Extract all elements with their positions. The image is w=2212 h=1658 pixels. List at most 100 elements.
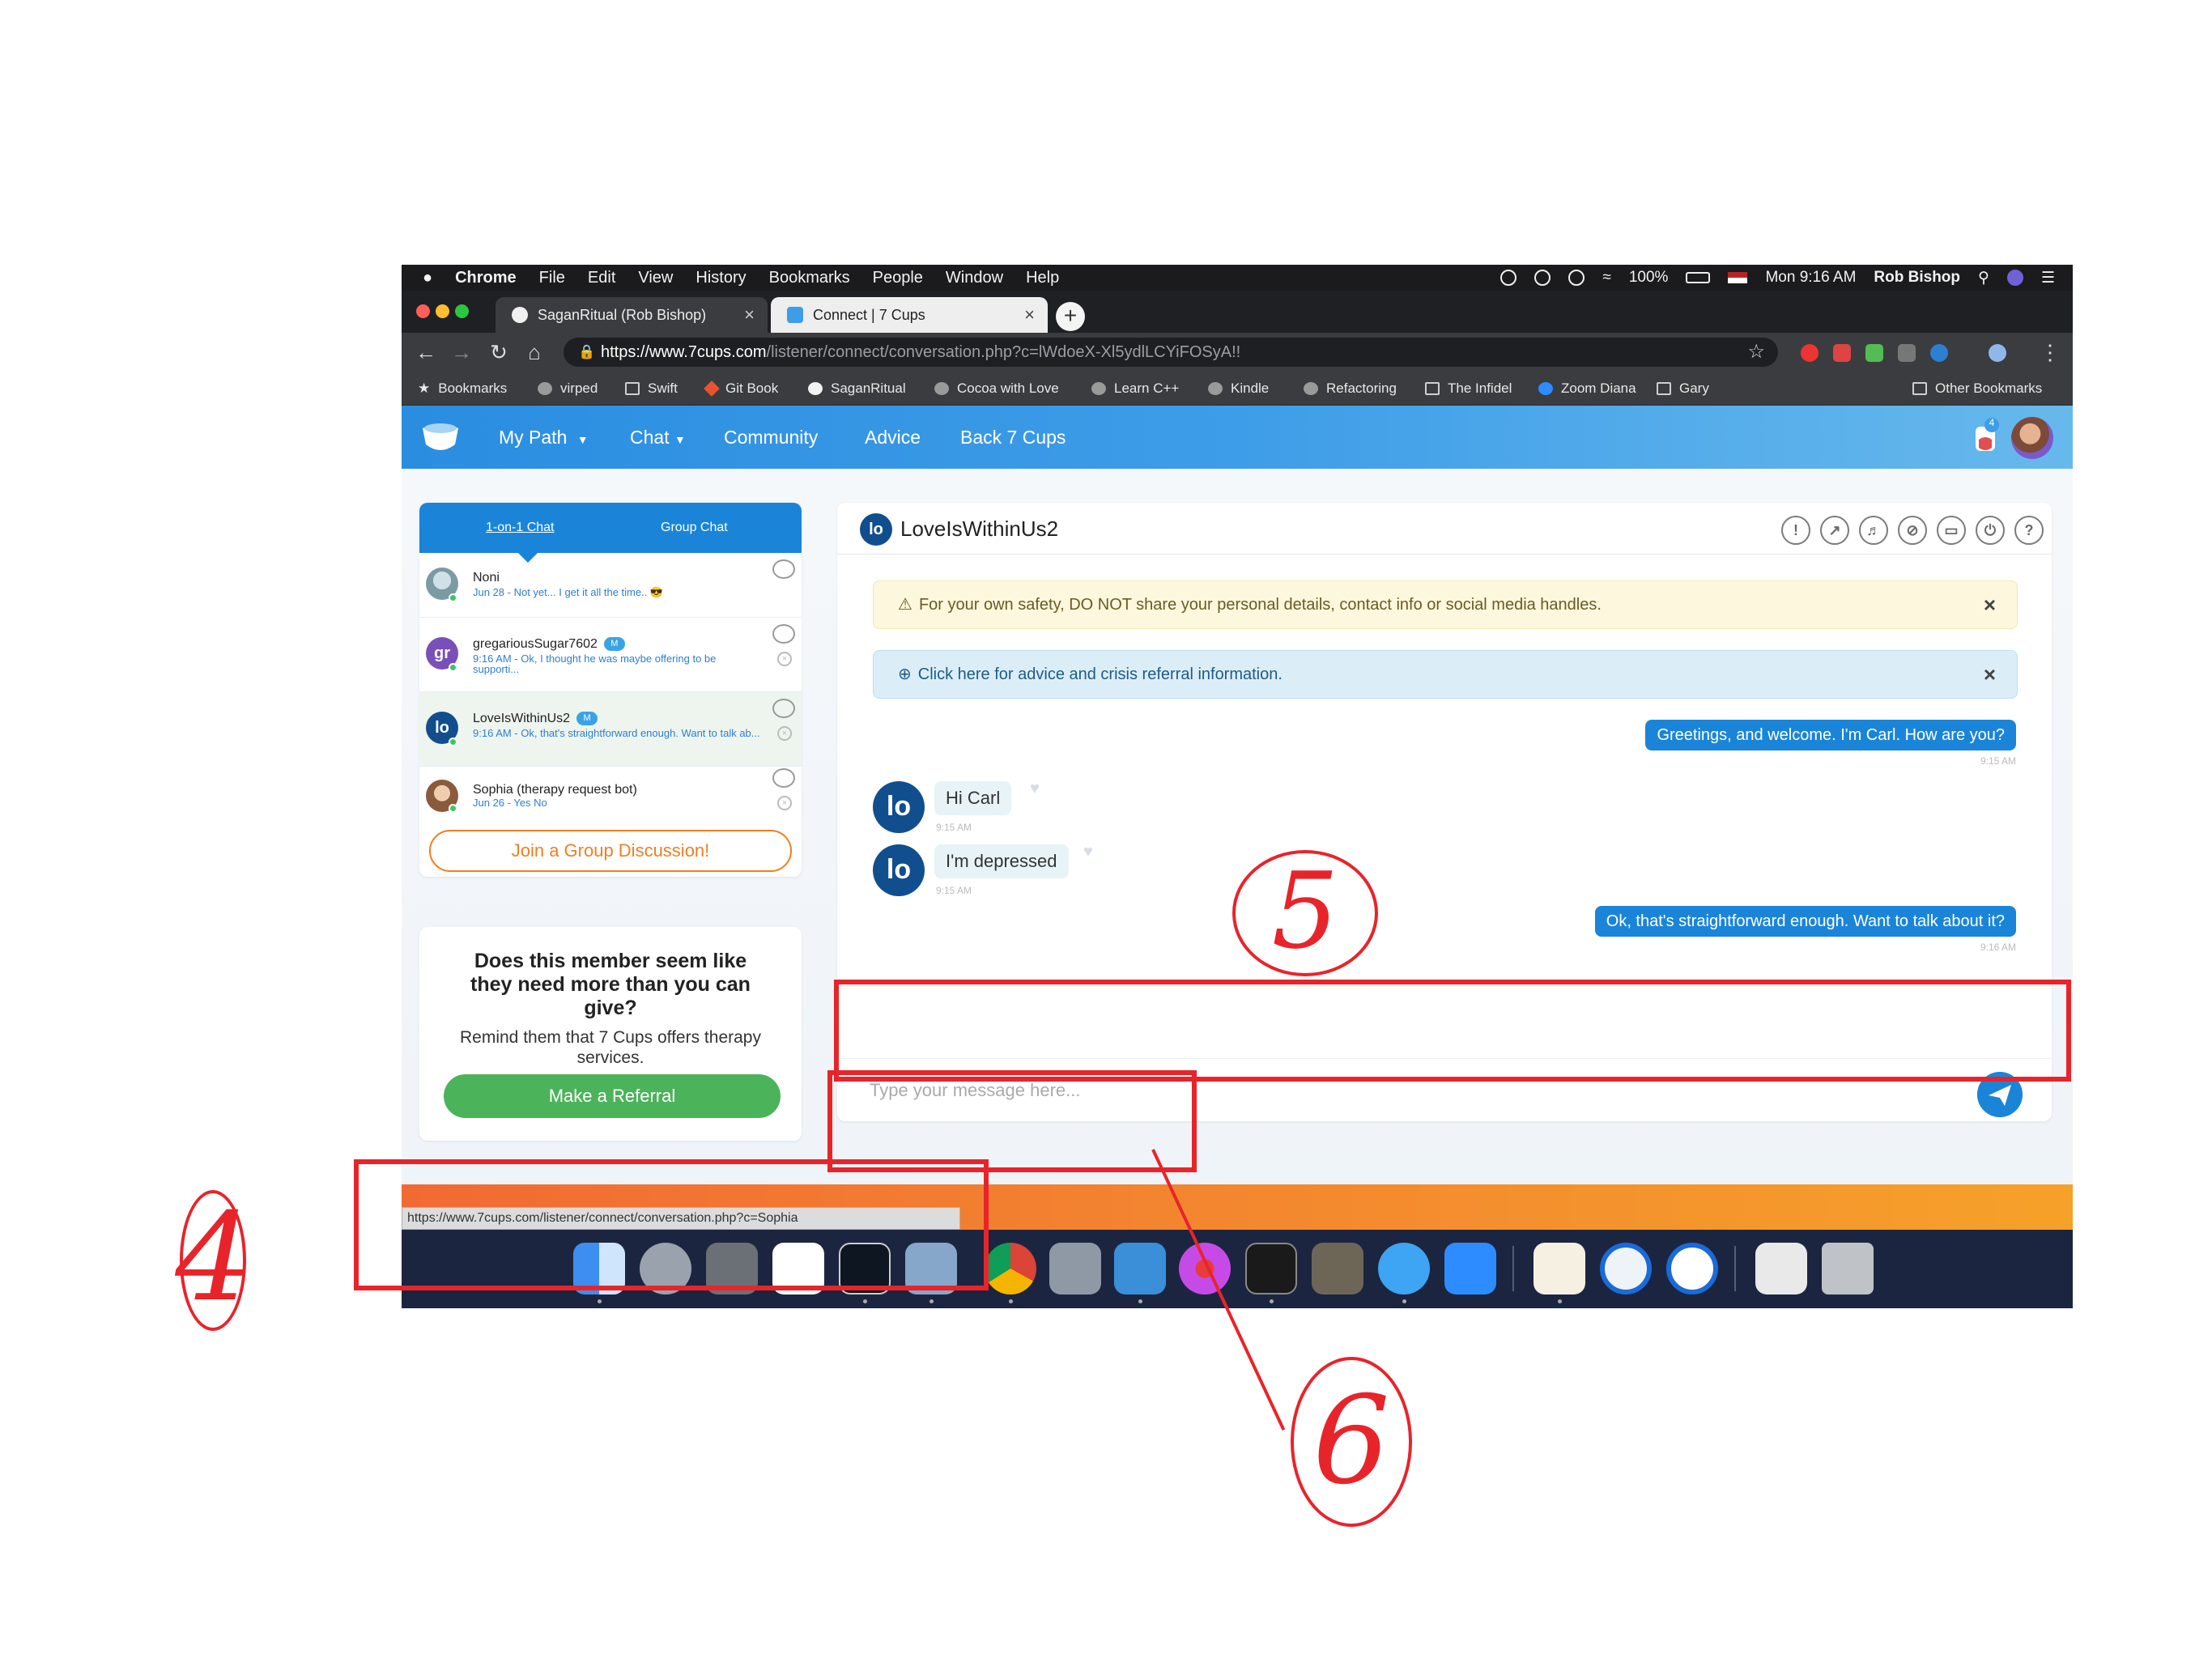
report-icon[interactable]: !	[1781, 516, 1810, 545]
expand-icon[interactable]: ↗	[1820, 516, 1849, 545]
sync-icon[interactable]	[1534, 270, 1551, 286]
flag-icon[interactable]	[1728, 272, 1748, 283]
chat-bubble-icon[interactable]	[772, 768, 795, 788]
close-conversation-icon[interactable]: ×	[777, 796, 792, 810]
siri-icon[interactable]	[2006, 270, 2023, 286]
bookmark-item-virped[interactable]: virped	[538, 372, 598, 406]
close-icon[interactable]: ×	[1984, 581, 1996, 628]
bookmark-item-saganritual[interactable]: SaganRitual	[808, 372, 906, 406]
messages-icon[interactable]	[1378, 1243, 1430, 1295]
heart-icon[interactable]: ♥	[1030, 780, 1040, 798]
menu-help[interactable]: Help	[1026, 269, 1059, 287]
heart-icon[interactable]: ♥	[1083, 843, 1093, 861]
menu-file[interactable]: File	[539, 269, 565, 287]
close-tab-icon[interactable]: ×	[744, 304, 755, 325]
adblock-extension-icon[interactable]	[1801, 344, 1819, 362]
zoom-app-icon[interactable]	[1444, 1243, 1496, 1295]
crisis-referral-alert[interactable]: ⊕ Click here for advice and crisis referr…	[873, 650, 2018, 699]
minimize-window-button[interactable]	[436, 304, 449, 318]
xcode-instruments-icon[interactable]	[1049, 1243, 1101, 1295]
bookmark-item-swift[interactable]: Swift	[625, 372, 678, 406]
tab-group-chat[interactable]: Group Chat	[661, 503, 728, 553]
new-tab-button[interactable]: +	[1056, 302, 1085, 331]
menu-window[interactable]: Window	[946, 269, 1003, 287]
nav-community[interactable]: Community	[724, 406, 818, 469]
chrome-icon[interactable]	[985, 1243, 1036, 1295]
power-icon[interactable]: ⏻	[1976, 516, 2005, 545]
menu-people[interactable]: People	[873, 269, 923, 287]
nav-advice[interactable]: Advice	[865, 406, 921, 469]
conversation-item-noni[interactable]: Noni Jun 28 - Not yet... I get it all th…	[419, 553, 802, 618]
join-group-discussion-button[interactable]: Join a Group Discussion!	[429, 830, 792, 872]
close-conversation-icon[interactable]: ×	[777, 726, 792, 741]
menu-bookmarks[interactable]: Bookmarks	[769, 269, 850, 287]
trash-icon[interactable]	[1822, 1243, 1874, 1295]
bookmark-item-gary[interactable]: Gary	[1657, 372, 1709, 406]
apple-icon[interactable]: ●	[423, 269, 432, 287]
address-bar[interactable]: 🔒 https://www.7cups.com/listener/connect…	[564, 338, 1778, 367]
megaphone-extension-icon[interactable]	[1833, 344, 1851, 362]
menu-app-name[interactable]: Chrome	[455, 269, 517, 287]
battery-percent[interactable]: 100%	[1629, 269, 1669, 287]
onepassword-extension-icon[interactable]	[1930, 344, 1948, 362]
back-arrow-icon[interactable]: ←	[413, 339, 439, 365]
bookmark-item-cocoa-with-love[interactable]: Cocoa with Love	[934, 372, 1059, 406]
menu-edit[interactable]: Edit	[588, 269, 615, 287]
nav-my-path[interactable]: My Path ▼	[499, 406, 589, 469]
conversation-item-loveiswithinus2[interactable]: lo LoveIsWithinUs2 M 9:16 AM - Ok, that's…	[419, 692, 802, 767]
partner-name[interactable]: LoveIsWithinUs2	[900, 503, 1058, 555]
bookmark-star-icon[interactable]: ☆	[1747, 338, 1765, 367]
tab-github[interactable]: SaganRitual (Rob Bishop) ×	[496, 297, 768, 333]
downloads-icon[interactable]	[1600, 1243, 1652, 1295]
chat-bubble-icon[interactable]	[772, 559, 795, 579]
partner-avatar[interactable]: lo	[860, 513, 892, 546]
reload-icon[interactable]: ↻	[486, 339, 512, 365]
block-icon[interactable]: ⊘	[1898, 516, 1927, 545]
chrome-menu-icon[interactable]: ⋮	[2037, 339, 2063, 365]
forward-arrow-icon[interactable]: →	[449, 339, 474, 365]
notification-center-icon[interactable]: ☰	[2041, 269, 2055, 287]
sound-icon[interactable]: ♬	[1859, 516, 1888, 545]
close-window-button[interactable]	[416, 304, 430, 318]
bookmark-item-kindle[interactable]: Kindle	[1208, 372, 1269, 406]
gimp-icon[interactable]	[1312, 1243, 1363, 1295]
bookmark-item-bookmarks[interactable]: ★ Bookmarks	[418, 372, 507, 406]
terminal-icon[interactable]	[1245, 1243, 1297, 1295]
close-tab-icon[interactable]: ×	[1024, 304, 1035, 325]
user-name[interactable]: Rob Bishop	[1874, 269, 1960, 287]
bookmark-item-the-infidel[interactable]: The Infidel	[1425, 372, 1512, 406]
home-icon[interactable]: ⌂	[521, 339, 547, 365]
percent-extension-icon[interactable]	[1865, 344, 1883, 362]
documents-icon[interactable]	[1755, 1243, 1807, 1295]
puzzle-extension-icon[interactable]	[1898, 344, 1916, 362]
menu-history[interactable]: History	[696, 269, 746, 287]
bookmark-item-git-book[interactable]: Git Book	[704, 372, 778, 406]
menu-view[interactable]: View	[638, 269, 673, 287]
flower-app-icon[interactable]	[1179, 1243, 1231, 1295]
nav-back-7-cups[interactable]: Back 7 Cups	[960, 406, 1066, 469]
spotlight-search-icon[interactable]: ⚲	[1978, 269, 1989, 287]
chat-bubble-icon[interactable]	[772, 624, 795, 644]
clock[interactable]: Mon 9:16 AM	[1765, 269, 1856, 287]
profile-avatar-icon[interactable]	[1989, 344, 2006, 362]
nav-chat[interactable]: Chat ▼	[630, 406, 686, 469]
trash-icon[interactable]: ▭	[1937, 516, 1966, 545]
time-machine-icon[interactable]	[1568, 270, 1585, 286]
textedit-icon[interactable]	[1534, 1243, 1585, 1295]
wifi-icon[interactable]: ≈	[1602, 269, 1610, 287]
bookmark-item-learn-cpp[interactable]: Learn C++	[1091, 372, 1179, 406]
bookmark-item-refactoring[interactable]: Refactoring	[1304, 372, 1397, 406]
onepassword-icon[interactable]	[1666, 1243, 1718, 1295]
7cups-logo-icon[interactable]	[419, 417, 462, 457]
tab-7cups[interactable]: Connect | 7 Cups ×	[771, 297, 1048, 333]
status-app-icon[interactable]	[1500, 270, 1517, 286]
make-referral-button[interactable]: Make a Referral	[444, 1074, 781, 1118]
bookmark-other[interactable]: Other Bookmarks	[1912, 372, 2042, 406]
close-conversation-icon[interactable]: ×	[777, 652, 792, 666]
user-avatar[interactable]	[2011, 417, 2053, 459]
close-icon[interactable]: ×	[1984, 651, 1996, 698]
bookmark-item-zoom-diana[interactable]: Zoom Diana	[1538, 372, 1636, 406]
tab-one-on-one-chat[interactable]: 1-on-1 Chat	[486, 503, 555, 553]
zoom-window-button[interactable]	[455, 304, 469, 318]
battery-icon[interactable]	[1686, 272, 1711, 283]
